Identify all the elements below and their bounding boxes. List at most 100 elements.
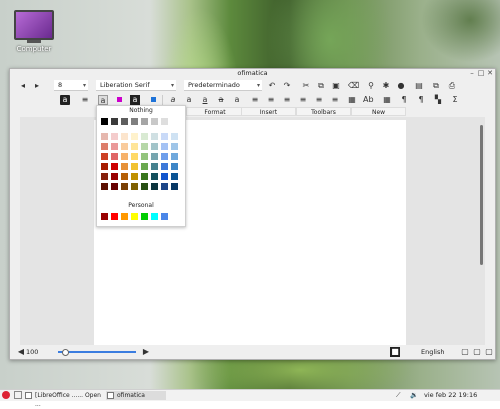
personal-color-swatch[interactable] (151, 213, 158, 220)
close-button[interactable]: ✕ (486, 70, 494, 77)
color-swatch[interactable] (151, 163, 158, 170)
color-swatch[interactable] (111, 133, 118, 140)
color-swatch[interactable] (111, 153, 118, 160)
table-icon[interactable]: ▦ (347, 95, 357, 105)
color-swatch[interactable] (151, 173, 158, 180)
strikethrough-icon[interactable]: a (216, 95, 226, 105)
page-setup-icon[interactable]: ⧉ (431, 81, 441, 91)
taskbar-item-libreoffice[interactable]: [LibreOffice ...... Open ... (24, 391, 106, 408)
menu-toolbars[interactable]: Toolbars (296, 107, 351, 116)
color-swatch[interactable] (141, 133, 148, 140)
color-swatch[interactable] (131, 173, 138, 180)
color-swatch[interactable] (101, 183, 108, 190)
chart-icon[interactable]: ▚ (433, 95, 443, 105)
comment-icon[interactable]: ● (396, 81, 406, 91)
multi-page-view-icon[interactable]: ▢ (472, 347, 482, 357)
color-swatch[interactable] (141, 153, 148, 160)
color-swatch[interactable] (121, 173, 128, 180)
highlight-icon[interactable]: a (130, 95, 140, 105)
volume-icon[interactable]: 🔉 (410, 391, 418, 400)
color-swatch[interactable] (101, 143, 108, 150)
superscript-icon[interactable]: a (232, 95, 242, 105)
zoom-slider[interactable] (58, 351, 136, 353)
formatting-marks-icon[interactable]: ¶ (399, 95, 409, 105)
delete-icon[interactable]: ⌫ (348, 81, 359, 91)
single-page-view-icon[interactable]: ▢ (460, 347, 470, 357)
font-name-select[interactable]: Liberation Serif ▾ (96, 80, 176, 91)
personal-color-swatch[interactable] (131, 213, 138, 220)
bold-icon[interactable]: a (184, 95, 194, 105)
background-color-swatch[interactable] (151, 97, 156, 102)
increase-icon[interactable]: ▸ (32, 81, 42, 91)
minimize-button[interactable]: – (468, 70, 476, 77)
color-swatch[interactable] (111, 173, 118, 180)
color-swatch[interactable] (161, 133, 168, 140)
undo-icon[interactable]: ↶ (267, 81, 277, 91)
font-color-swatch[interactable] (117, 97, 122, 102)
formula-icon[interactable]: Σ (450, 95, 460, 105)
color-swatch[interactable] (101, 173, 108, 180)
color-swatch[interactable] (101, 133, 108, 140)
personal-color-swatch[interactable] (161, 213, 168, 220)
italic-icon[interactable]: a (168, 95, 178, 105)
image-icon[interactable]: ▦ (382, 95, 392, 105)
color-swatch[interactable] (121, 143, 128, 150)
color-swatch[interactable] (111, 143, 118, 150)
font-color-icon[interactable]: a (98, 95, 108, 105)
language-indicator[interactable]: English (421, 347, 444, 357)
color-swatch[interactable] (141, 183, 148, 190)
color-swatch[interactable] (171, 173, 178, 180)
font-size-select[interactable]: 8 ▾ (54, 80, 88, 91)
color-swatch[interactable] (161, 143, 168, 150)
color-swatch[interactable] (141, 163, 148, 170)
color-swatch[interactable] (171, 143, 178, 150)
insert-image-icon[interactable]: ▤ (414, 81, 424, 91)
color-swatch[interactable] (111, 183, 118, 190)
color-swatch[interactable] (151, 143, 158, 150)
paste-icon[interactable]: ▣ (331, 81, 341, 91)
show-desktop-icon[interactable] (14, 391, 22, 399)
book-view-icon[interactable]: ▢ (484, 347, 494, 357)
color-swatch[interactable] (161, 183, 168, 190)
color-swatch[interactable] (151, 133, 158, 140)
justify-icon[interactable]: ≡ (298, 95, 308, 105)
color-swatch[interactable] (131, 163, 138, 170)
color-swatch[interactable] (131, 153, 138, 160)
outdent-icon[interactable]: ≡ (330, 95, 340, 105)
taskbar-item-ofimatica[interactable]: ofimatica (106, 391, 166, 400)
find-icon[interactable]: ⚲ (366, 81, 376, 91)
maximize-button[interactable]: □ (477, 70, 485, 77)
color-swatch[interactable] (121, 118, 128, 125)
align-right-icon[interactable]: ≡ (282, 95, 292, 105)
color-swatch[interactable] (101, 118, 108, 125)
color-swatch[interactable] (151, 118, 158, 125)
color-swatch[interactable] (171, 133, 178, 140)
color-swatch[interactable] (141, 143, 148, 150)
color-swatch[interactable] (131, 183, 138, 190)
menu-format[interactable]: Format (186, 107, 244, 116)
menu-new[interactable]: New (351, 107, 406, 116)
personal-color-swatch[interactable] (121, 213, 128, 220)
nothing-option[interactable]: Nothing (97, 107, 185, 114)
underline-icon[interactable]: a (200, 95, 210, 105)
align-center-icon[interactable]: ≡ (266, 95, 276, 105)
personal-color-swatch[interactable] (111, 213, 118, 220)
color-swatch[interactable] (121, 133, 128, 140)
color-swatch[interactable] (101, 163, 108, 170)
color-swatch[interactable] (171, 183, 178, 190)
cut-icon[interactable]: ✂ (301, 81, 311, 91)
personal-color-swatch[interactable] (101, 213, 108, 220)
zoom-slider-handle[interactable] (62, 349, 69, 356)
color-swatch[interactable] (141, 118, 148, 125)
color-swatch[interactable] (111, 163, 118, 170)
color-swatch[interactable] (121, 183, 128, 190)
indent-icon[interactable]: ≡ (314, 95, 324, 105)
color-swatch[interactable] (161, 153, 168, 160)
copy-icon[interactable]: ⧉ (316, 81, 326, 91)
decrease-icon[interactable]: ◂ (18, 81, 28, 91)
color-swatch[interactable] (171, 118, 178, 125)
color-swatch[interactable] (131, 143, 138, 150)
color-swatch[interactable] (131, 133, 138, 140)
vertical-scrollbar[interactable] (480, 125, 483, 265)
color-swatch[interactable] (171, 163, 178, 170)
